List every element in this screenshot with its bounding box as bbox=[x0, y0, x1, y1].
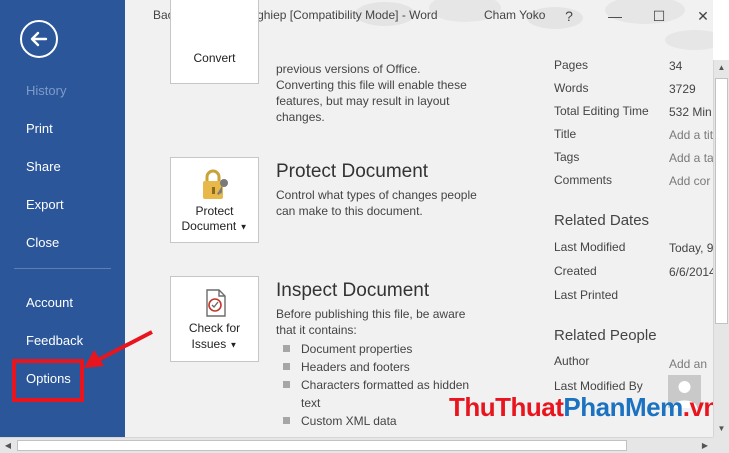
protect-button-line2: Document ▼ bbox=[171, 219, 258, 234]
bullet-square-icon bbox=[283, 363, 290, 370]
info-pane: Bao cao do an tot nghiep [Compatibility … bbox=[125, 0, 713, 437]
check-button-text: Issues bbox=[191, 337, 227, 351]
vertical-scrollbar[interactable]: ▲ ▼ bbox=[713, 60, 729, 437]
minimize-button[interactable]: — bbox=[605, 6, 625, 26]
check-button-line1: Check for bbox=[188, 321, 241, 335]
prop-title-label: Title bbox=[554, 127, 577, 141]
protect-desc-line: can make to this document. bbox=[276, 204, 423, 218]
vertical-scroll-thumb[interactable] bbox=[715, 78, 728, 324]
check-for-issues-button[interactable]: Check for Issues ▼ bbox=[170, 276, 259, 362]
close-window-button[interactable]: ✕ bbox=[693, 6, 713, 26]
prop-comments-input[interactable]: Add cor bbox=[669, 174, 710, 188]
bullet-square-icon bbox=[283, 381, 290, 388]
convert-desc-line: changes. bbox=[276, 110, 325, 124]
inspect-document-title: Inspect Document bbox=[276, 280, 430, 301]
bullet-square-icon bbox=[283, 417, 290, 424]
convert-description: previous versions of Office. Converting … bbox=[276, 61, 491, 125]
scroll-up-icon[interactable]: ▲ bbox=[714, 60, 729, 76]
horizontal-scroll-thumb[interactable] bbox=[17, 440, 627, 451]
list-item: Characters formatted as hidden text bbox=[280, 376, 470, 412]
convert-desc-line: features, but may result in layout bbox=[276, 94, 450, 108]
prop-words-label: Words bbox=[554, 81, 589, 95]
prop-pages-label: Pages bbox=[554, 58, 589, 72]
list-item-text: Headers and footers bbox=[301, 360, 410, 374]
prop-tags-input[interactable]: Add a ta bbox=[669, 151, 713, 165]
last-modified-value: Today, 9 bbox=[669, 241, 713, 255]
last-modified-by-label: Last Modified By bbox=[554, 379, 643, 393]
dropdown-caret-icon: ▼ bbox=[239, 222, 248, 232]
prop-pages-value: 34 bbox=[669, 59, 683, 73]
prop-title-input[interactable]: Add a tit bbox=[669, 128, 713, 142]
nav-print[interactable]: Print bbox=[0, 112, 125, 146]
help-button[interactable]: ? bbox=[559, 6, 579, 26]
list-item-text: Document properties bbox=[301, 342, 413, 356]
convert-button-label: Convert bbox=[193, 51, 236, 65]
scroll-left-icon[interactable]: ◀ bbox=[0, 438, 16, 453]
check-button-line2: Issues ▼ bbox=[171, 337, 258, 352]
protect-description: Control what types of changes people can… bbox=[276, 187, 491, 219]
related-people-title: Related People bbox=[554, 327, 657, 344]
protect-document-button[interactable]: Protect Document ▼ bbox=[170, 157, 259, 243]
options-highlight-box bbox=[12, 359, 84, 402]
prop-tags-label: Tags bbox=[554, 150, 580, 164]
protect-desc-line: Control what types of changes people bbox=[276, 188, 477, 202]
watermark-part: PhanMem bbox=[563, 392, 683, 422]
scroll-right-icon[interactable]: ▶ bbox=[697, 438, 713, 453]
nav-divider bbox=[14, 268, 111, 269]
add-author-input[interactable]: Add an bbox=[669, 357, 707, 371]
scroll-down-icon[interactable]: ▼ bbox=[714, 421, 729, 437]
back-arrow-icon bbox=[30, 31, 48, 47]
prop-editing-time-label: Total Editing Time bbox=[554, 104, 649, 118]
nav-history[interactable]: History bbox=[0, 74, 125, 108]
nav-close[interactable]: Close bbox=[0, 226, 125, 260]
inspect-desc-line: Before publishing this file, be aware bbox=[276, 307, 466, 321]
nav-share[interactable]: Share bbox=[0, 150, 125, 184]
red-arrow-icon bbox=[84, 330, 153, 368]
back-button[interactable] bbox=[20, 20, 58, 58]
signed-in-user[interactable]: Cham Yoko bbox=[484, 8, 545, 22]
scrollbar-corner bbox=[713, 437, 729, 453]
last-printed-label: Last Printed bbox=[554, 288, 619, 302]
protect-button-text: Document bbox=[181, 219, 237, 233]
last-modified-label: Last Modified bbox=[554, 240, 626, 254]
watermark-part: ThuThuat bbox=[449, 392, 564, 422]
watermark-logo: ThuThuatPhanMem.vn bbox=[449, 392, 719, 423]
list-item-text: Characters formatted as hidden text bbox=[301, 378, 470, 410]
author-label: Author bbox=[554, 354, 590, 368]
prop-comments-label: Comments bbox=[554, 173, 613, 187]
prop-words-value: 3729 bbox=[669, 82, 696, 96]
list-item: Document properties bbox=[280, 340, 495, 358]
created-value: 6/6/2014 bbox=[669, 265, 713, 279]
convert-desc-line: Converting this file will enable these bbox=[276, 78, 467, 92]
lock-key-icon bbox=[203, 169, 228, 199]
bullet-square-icon bbox=[283, 345, 290, 352]
list-item-text: Custom XML data bbox=[301, 414, 397, 428]
convert-button[interactable]: Convert bbox=[170, 0, 259, 84]
created-label: Created bbox=[554, 264, 597, 278]
inspect-document-icon bbox=[206, 289, 226, 317]
list-item: Headers and footers bbox=[280, 358, 495, 376]
maximize-button[interactable]: ☐ bbox=[649, 6, 669, 26]
protect-button-line1: Protect bbox=[195, 204, 234, 218]
nav-export[interactable]: Export bbox=[0, 188, 125, 222]
prop-editing-time-value: 532 Min bbox=[669, 105, 712, 119]
inspect-description: Before publishing this file, be aware th… bbox=[276, 306, 491, 338]
horizontal-scrollbar[interactable]: ◀ ▶ bbox=[0, 437, 713, 453]
nav-account[interactable]: Account bbox=[0, 286, 125, 320]
convert-desc-line: previous versions of Office. bbox=[276, 62, 421, 76]
related-dates-title: Related Dates bbox=[554, 212, 650, 229]
dropdown-caret-icon: ▼ bbox=[229, 340, 238, 350]
inspect-desc-line: that it contains: bbox=[276, 323, 357, 337]
protect-document-title: Protect Document bbox=[276, 161, 429, 182]
